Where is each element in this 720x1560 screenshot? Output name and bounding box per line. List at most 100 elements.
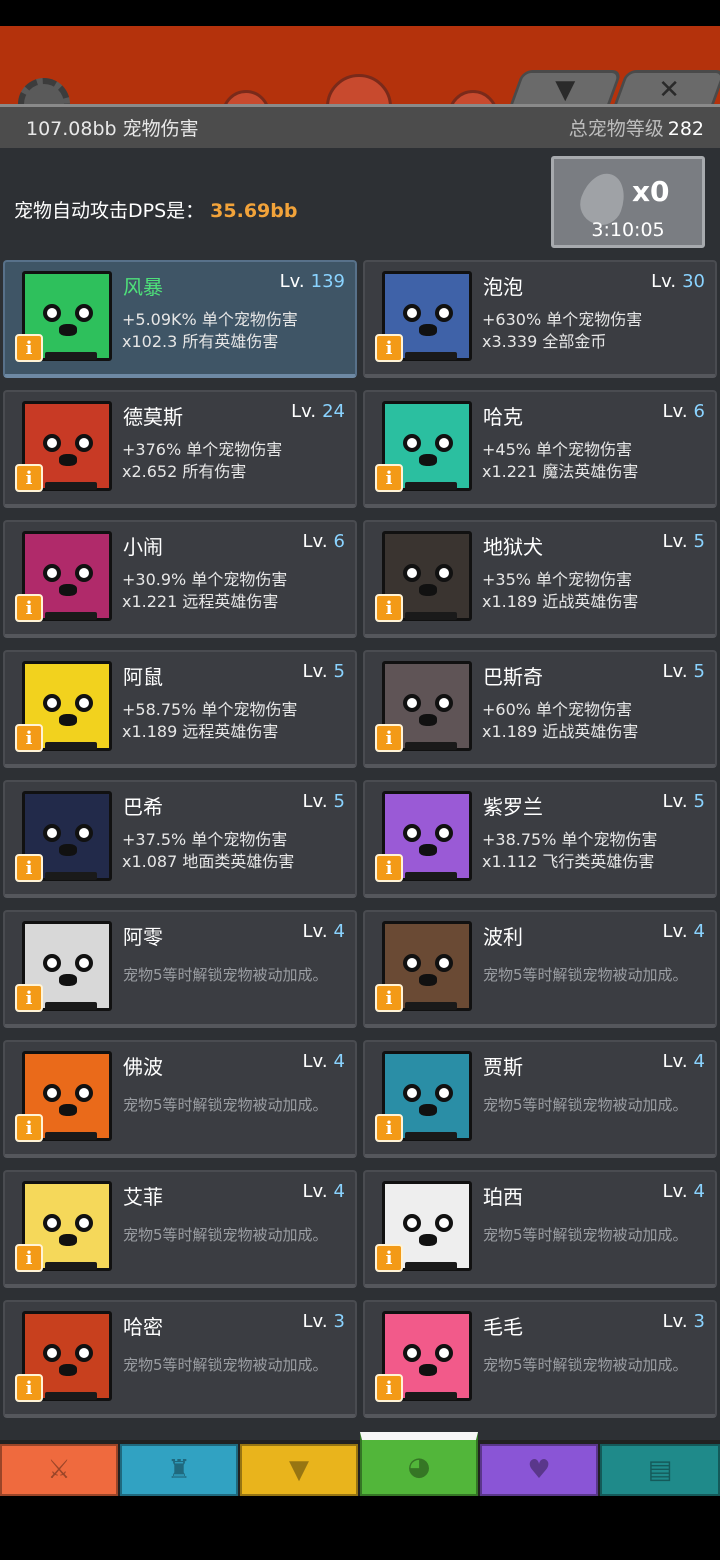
dps-value: 35.69bb [210, 200, 298, 222]
armor-icon: ▼ [289, 1455, 309, 1485]
pet-card[interactable]: i 珀西 Lv. 4 宠物5等时解锁宠物被动加成。 [363, 1170, 717, 1288]
pet-card[interactable]: i 巴斯奇 Lv. 5 +60% 单个宠物伤害 x1.189 近战英雄伤害 [363, 650, 717, 768]
pet-eye [75, 694, 93, 712]
info-icon[interactable]: i [15, 1114, 43, 1142]
pet-nose [59, 324, 77, 336]
level-number: 6 [693, 401, 705, 422]
pet-nose [419, 1234, 437, 1246]
level-prefix: Lv. [302, 1181, 328, 1202]
info-icon[interactable]: i [15, 464, 43, 492]
pet-level: Lv. 4 [663, 1181, 705, 1202]
pet-damage-total: 107.08bb 宠物伤害 [26, 118, 199, 140]
pet-card[interactable]: i 泡泡 Lv. 30 +630% 单个宠物伤害 x3.339 全部金币 [363, 260, 717, 378]
level-number: 3 [693, 1311, 705, 1332]
pet-nose [419, 584, 437, 596]
pet-name: 哈密 [123, 1315, 163, 1339]
close-tab[interactable]: ✕ [613, 70, 720, 106]
pet-card[interactable]: i 毛毛 Lv. 3 宠物5等时解锁宠物被动加成。 [363, 1300, 717, 1418]
bottom-tab-pet[interactable]: ◕ [360, 1432, 478, 1496]
level-number: 4 [693, 921, 705, 942]
header-bar: 107.08bb 宠物伤害 总宠物等级 282 [0, 104, 720, 148]
level-number: 5 [333, 661, 345, 682]
info-icon[interactable]: i [375, 334, 403, 362]
pet-level: Lv. 4 [303, 1051, 345, 1072]
info-icon[interactable]: i [15, 724, 43, 752]
pet-name: 小闹 [123, 535, 163, 559]
info-icon[interactable]: i [375, 1244, 403, 1272]
pet-eye [403, 824, 421, 842]
pet-level: Lv. 30 [651, 271, 705, 292]
info-icon[interactable]: i [15, 984, 43, 1012]
pet-card[interactable]: i 佛波 Lv. 4 宠物5等时解锁宠物被动加成。 [3, 1040, 357, 1158]
level-number: 4 [333, 1181, 345, 1202]
pet-name: 毛毛 [483, 1315, 523, 1339]
info-icon[interactable]: i [15, 1244, 43, 1272]
total-level-value: 282 [667, 118, 704, 140]
info-icon[interactable]: i [375, 854, 403, 882]
info-icon[interactable]: i [375, 1374, 403, 1402]
pet-eye [75, 1084, 93, 1102]
level-number: 6 [333, 531, 345, 552]
info-icon[interactable]: i [375, 594, 403, 622]
level-number: 24 [322, 401, 345, 422]
pet-name: 德莫斯 [123, 405, 183, 429]
info-icon[interactable]: i [15, 854, 43, 882]
pet-card[interactable]: i 紫罗兰 Lv. 5 +38.75% 单个宠物伤害 x1.112 飞行类英雄伤害 [363, 780, 717, 898]
pet-card[interactable]: i 小闹 Lv. 6 +30.9% 单个宠物伤害 x1.221 远程英雄伤害 [3, 520, 357, 638]
pet-card[interactable]: i 德莫斯 Lv. 24 +376% 单个宠物伤害 x2.652 所有伤害 [3, 390, 357, 508]
status-bar [0, 0, 720, 26]
pet-card[interactable]: i 地狱犬 Lv. 5 +35% 单个宠物伤害 x1.189 近战英雄伤害 [363, 520, 717, 638]
pet-nose [419, 844, 437, 856]
bottom-tab-helmet[interactable]: ♜ [120, 1444, 238, 1496]
pet-eye [75, 1344, 93, 1362]
bottom-tab-heart[interactable]: ♥ [480, 1444, 598, 1496]
pet-nose [59, 454, 77, 466]
pet-level: Lv. 4 [663, 921, 705, 942]
pet-name: 风暴 [123, 275, 163, 299]
pet-eye [43, 434, 61, 452]
pet-level: Lv. 139 [280, 271, 345, 292]
pet-eye [403, 1084, 421, 1102]
info-icon[interactable]: i [375, 1114, 403, 1142]
info-icon[interactable]: i [375, 724, 403, 752]
egg-count: x0 [632, 175, 670, 208]
pet-card[interactable]: i 贾斯 Lv. 4 宠物5等时解锁宠物被动加成。 [363, 1040, 717, 1158]
bottom-tab-armor[interactable]: ▼ [240, 1444, 358, 1496]
pet-card[interactable]: i 阿零 Lv. 4 宠物5等时解锁宠物被动加成。 [3, 910, 357, 1028]
level-number: 5 [693, 791, 705, 812]
portrait-base [405, 612, 457, 620]
pet-card[interactable]: i 阿鼠 Lv. 5 +58.75% 单个宠物伤害 x1.189 远程英雄伤害 [3, 650, 357, 768]
pet-bonus-damage: +5.09K% 单个宠物伤害 [122, 310, 298, 329]
pet-card[interactable]: i 波利 Lv. 4 宠物5等时解锁宠物被动加成。 [363, 910, 717, 1028]
info-icon[interactable]: i [375, 984, 403, 1012]
pet-icon: ◕ [407, 1452, 431, 1482]
pet-card[interactable]: i 哈克 Lv. 6 +45% 单个宠物伤害 x1.221 魔法英雄伤害 [363, 390, 717, 508]
portrait-base [45, 1132, 97, 1140]
collapse-tab[interactable]: ▼ [509, 70, 623, 106]
egg-timer: 3:10:05 [591, 219, 665, 241]
level-number: 4 [333, 921, 345, 942]
pet-eye [43, 304, 61, 322]
pet-name: 阿零 [123, 925, 163, 949]
pet-bonus-passive: x1.087 地面类英雄伤害 [122, 852, 295, 871]
pet-card[interactable]: i 巴希 Lv. 5 +37.5% 单个宠物伤害 x1.087 地面类英雄伤害 [3, 780, 357, 898]
total-level-label: 总宠物等级 [568, 118, 664, 140]
pet-card[interactable]: i 艾菲 Lv. 4 宠物5等时解锁宠物被动加成。 [3, 1170, 357, 1288]
heart-icon: ♥ [527, 1455, 551, 1485]
pet-eye [75, 824, 93, 842]
gear-icon[interactable] [18, 78, 70, 106]
egg-hatch-button[interactable]: x0 3:10:05 [551, 156, 705, 248]
pet-bonus-damage: +30.9% 单个宠物伤害 [122, 570, 288, 589]
info-icon[interactable]: i [375, 464, 403, 492]
pet-card[interactable]: i 哈密 Lv. 3 宠物5等时解锁宠物被动加成。 [3, 1300, 357, 1418]
info-icon[interactable]: i [15, 334, 43, 362]
pet-nose [59, 714, 77, 726]
info-icon[interactable]: i [15, 594, 43, 622]
pet-name: 紫罗兰 [483, 795, 543, 819]
pet-card[interactable]: i 风暴 Lv. 139 +5.09K% 单个宠物伤害 x102.3 所有英雄伤害 [3, 260, 357, 378]
info-icon[interactable]: i [15, 1374, 43, 1402]
pet-eye [403, 1344, 421, 1362]
bottom-tab-sword[interactable]: ⚔ [0, 1444, 118, 1496]
bottom-tab-scroll[interactable]: ▤ [600, 1444, 720, 1496]
portrait-base [405, 1262, 457, 1270]
